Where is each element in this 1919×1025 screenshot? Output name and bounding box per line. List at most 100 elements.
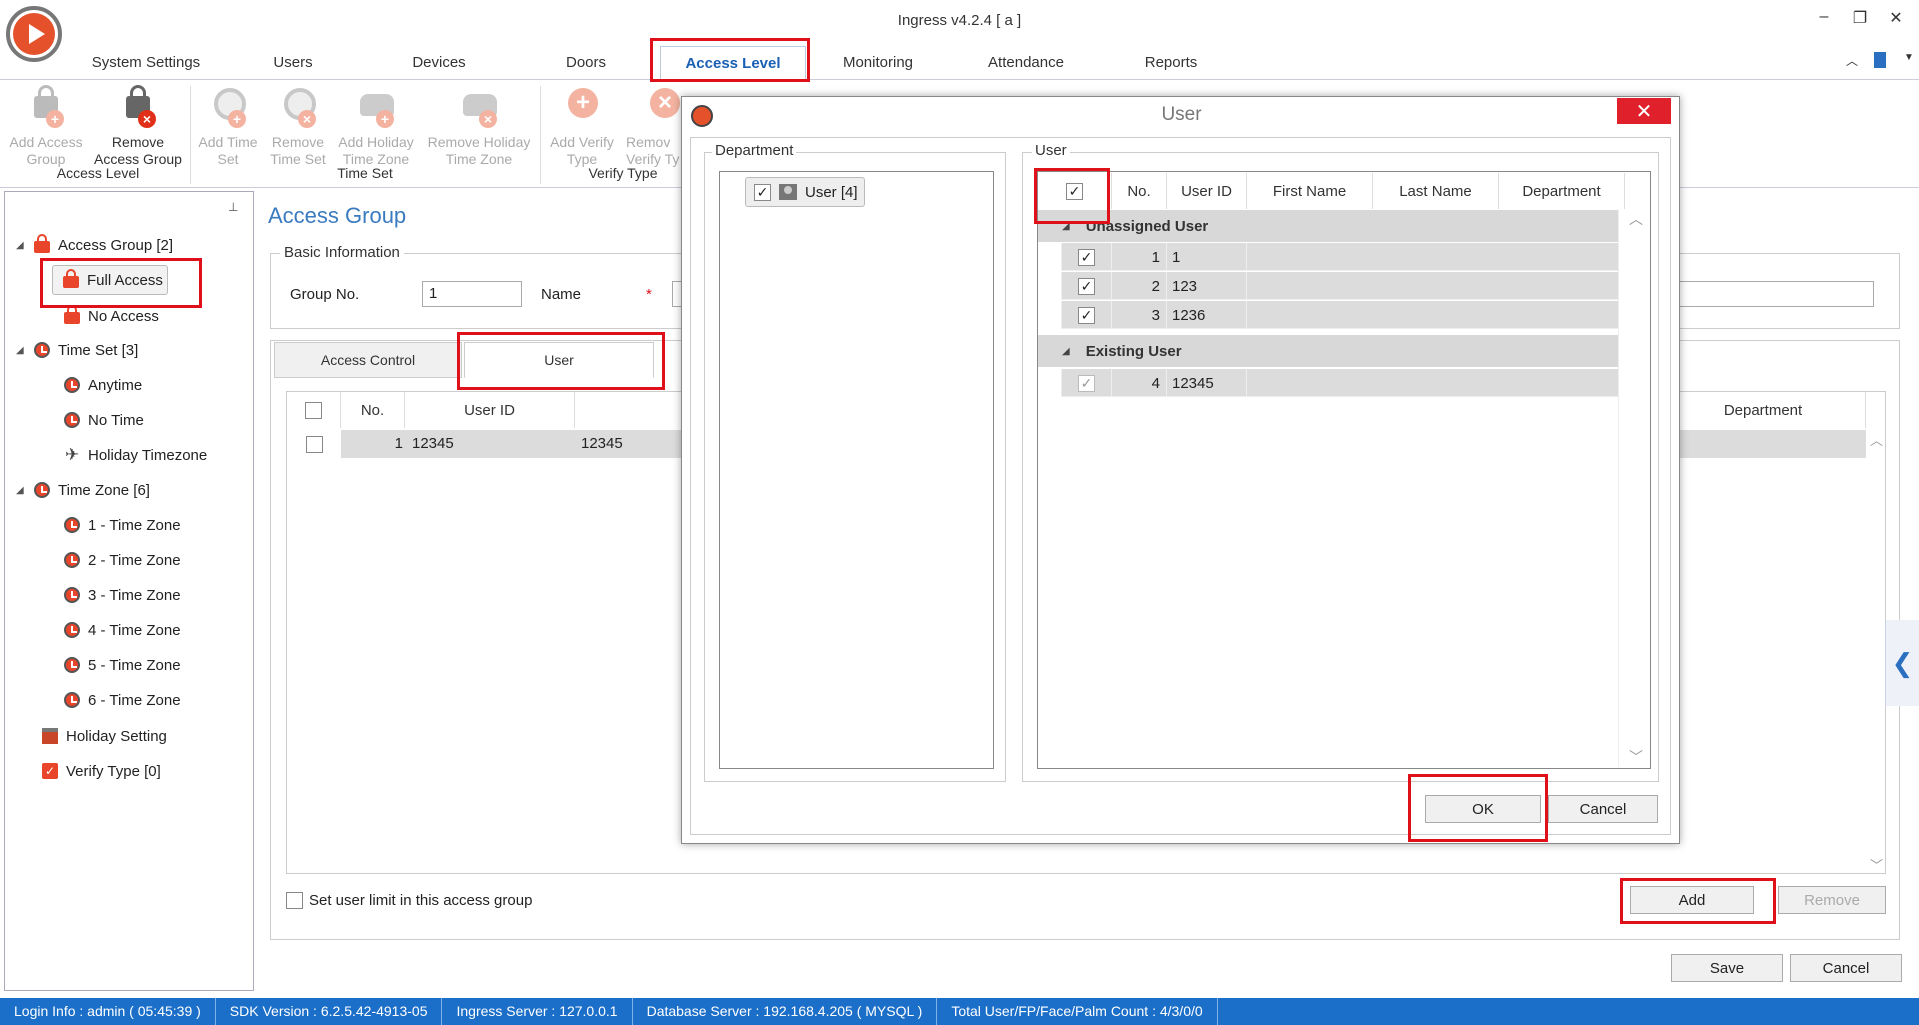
table-row[interactable]: ✓ 2 123 <box>1038 272 1618 300</box>
department-node-user[interactable]: ✓ User [4] <box>745 177 865 207</box>
tab-access-level[interactable]: Access Level <box>660 46 806 80</box>
close-window-button[interactable]: ✕ <box>1884 8 1908 28</box>
dialog-cancel-button[interactable]: Cancel <box>1548 795 1658 823</box>
select-all-cell[interactable] <box>287 392 341 428</box>
column-header-user-id[interactable]: User ID <box>405 392 575 428</box>
dialog-title: User <box>1161 104 1202 125</box>
user-limit-option[interactable]: Set user limit in this access group <box>286 892 532 909</box>
tree-holiday-setting[interactable]: Holiday Setting <box>42 723 167 749</box>
office-icon[interactable] <box>1874 52 1886 68</box>
remove-button[interactable]: Remove <box>1778 886 1886 914</box>
clock-icon <box>34 342 50 358</box>
remove-access-group-button[interactable]: × Remove Access Group <box>90 84 186 168</box>
tree-full-access[interactable]: Full Access <box>52 265 168 295</box>
table-row[interactable]: ✓ 3 1236 <box>1038 301 1618 329</box>
page-title: Access Group <box>268 203 407 228</box>
tree-access-group[interactable]: ◢ Access Group [2] <box>16 232 173 258</box>
tree-holiday-timezone[interactable]: ✈ Holiday Timezone <box>64 442 207 468</box>
tab-users[interactable]: Users <box>253 54 333 71</box>
department-checkbox[interactable]: ✓ <box>754 183 771 201</box>
column-header-no[interactable]: No. <box>1112 173 1167 209</box>
lock-icon <box>64 305 80 324</box>
tree-no-access[interactable]: No Access <box>64 303 159 329</box>
column-header-user-id[interactable]: User ID <box>1167 173 1247 209</box>
cancel-button[interactable]: Cancel <box>1790 954 1902 982</box>
minimize-button[interactable]: – <box>1812 8 1836 26</box>
tree-time-zone[interactable]: ◢ Time Zone [6] <box>16 477 150 503</box>
tree-time-zone-5[interactable]: 5 - Time Zone <box>64 652 181 678</box>
tab-monitoring[interactable]: Monitoring <box>830 54 926 71</box>
user-limit-checkbox[interactable] <box>286 892 303 909</box>
add-verify-type-button[interactable]: + Add Verify Type <box>542 84 622 168</box>
row-user-id: 123 <box>1167 272 1247 300</box>
row-checkbox[interactable]: ✓ <box>1078 306 1095 324</box>
row-checkbox[interactable]: ✓ <box>1078 374 1095 392</box>
select-all-cell[interactable]: ✓ <box>1038 173 1112 209</box>
airplane-icon: ✈ <box>64 445 80 464</box>
clock-icon <box>64 517 80 533</box>
tree-time-zone-3[interactable]: 3 - Time Zone <box>64 582 181 608</box>
row-user-id: 12345 <box>412 435 454 452</box>
clock-add-icon: + <box>208 84 248 128</box>
clock-icon <box>64 692 80 708</box>
tab-attendance[interactable]: Attendance <box>978 54 1074 71</box>
tree-no-time[interactable]: No Time <box>64 407 144 433</box>
column-header-first-name[interactable]: First Name <box>1247 173 1373 209</box>
plus-circle-icon: + <box>562 84 602 128</box>
row-checkbox[interactable]: ✓ <box>1078 248 1095 266</box>
grid-scrollbar[interactable]: ︿ ﹀ <box>1866 430 1886 874</box>
collapse-ribbon-icon[interactable]: ︿ <box>1846 52 1858 69</box>
row-checkbox[interactable]: ✓ <box>1078 277 1095 295</box>
tree-time-zone-1[interactable]: 1 - Time Zone <box>64 512 181 538</box>
chevron-down-icon[interactable]: ▼ <box>1904 52 1914 63</box>
column-header-no[interactable]: No. <box>341 392 405 428</box>
tab-reports[interactable]: Reports <box>1131 54 1211 71</box>
row-checkbox[interactable] <box>305 435 323 453</box>
group-unassigned-user[interactable]: ◢ Unassigned User <box>1038 210 1618 242</box>
clock-icon <box>64 412 80 428</box>
table-row[interactable]: ✓ 1 1 <box>1038 243 1618 271</box>
tree-time-set[interactable]: ◢ Time Set [3] <box>16 337 138 363</box>
select-all-users-checkbox[interactable]: ✓ <box>1066 182 1083 200</box>
clock-icon <box>64 657 80 673</box>
dialog-grid-scrollbar[interactable]: ︿ ﹀ <box>1618 209 1650 767</box>
add-access-group-button[interactable]: + Add Access Group <box>4 84 88 168</box>
remove-holiday-time-zone-button[interactable]: × Remove Holiday Time Zone <box>420 84 538 168</box>
ok-button[interactable]: OK <box>1425 795 1541 823</box>
pin-icon[interactable]: ⊥ <box>228 200 238 214</box>
add-button[interactable]: Add <box>1630 886 1754 914</box>
tab-access-control[interactable]: Access Control <box>274 342 462 378</box>
maximize-button[interactable]: ❐ <box>1848 8 1872 28</box>
column-header-last-name[interactable]: Last Name <box>1373 173 1499 209</box>
column-header-department[interactable]: Department <box>1660 392 1866 428</box>
tab-devices[interactable]: Devices <box>399 54 479 71</box>
tree-verify-type[interactable]: ✓ Verify Type [0] <box>42 758 161 784</box>
group-no-field[interactable]: 1 <box>422 281 522 307</box>
add-holiday-time-zone-button[interactable]: + Add Holiday Time Zone <box>332 84 420 168</box>
tab-doors[interactable]: Doors <box>546 54 626 71</box>
column-header-department[interactable]: Department <box>1499 173 1625 209</box>
remove-verify-type-button[interactable]: × Remov Verify Ty <box>620 84 680 168</box>
chevron-left-icon[interactable]: ❮ <box>1885 620 1919 706</box>
remove-time-set-button[interactable]: × Remove Time Set <box>262 84 334 168</box>
tree-time-zone-6[interactable]: 6 - Time Zone <box>64 687 181 713</box>
select-all-checkbox[interactable] <box>305 401 322 419</box>
row-no: 4 <box>1112 369 1167 397</box>
ribbon-separator <box>190 86 191 184</box>
status-database-server: Database Server : 192.168.4.205 ( MYSQL … <box>633 998 938 1025</box>
dialog-close-button[interactable]: ✕ <box>1617 98 1671 124</box>
ribbon-group-label: Access Level <box>56 165 140 181</box>
tree-time-zone-4[interactable]: 4 - Time Zone <box>64 617 181 643</box>
table-row[interactable]: ✓ 4 12345 <box>1038 369 1618 397</box>
group-existing-user[interactable]: ◢ Existing User <box>1038 335 1618 367</box>
clock-icon <box>64 587 80 603</box>
save-button[interactable]: Save <box>1671 954 1783 982</box>
add-time-set-button[interactable]: + Add Time Set <box>192 84 264 168</box>
tab-system-settings[interactable]: System Settings <box>86 54 206 71</box>
tree-time-zone-2[interactable]: 2 - Time Zone <box>64 547 181 573</box>
ribbon-separator <box>540 86 541 184</box>
tab-user[interactable]: User <box>464 342 654 378</box>
tree-anytime[interactable]: Anytime <box>64 372 142 398</box>
status-sdk: SDK Version : 6.2.5.42-4913-05 <box>216 998 443 1025</box>
clock-icon <box>64 552 80 568</box>
